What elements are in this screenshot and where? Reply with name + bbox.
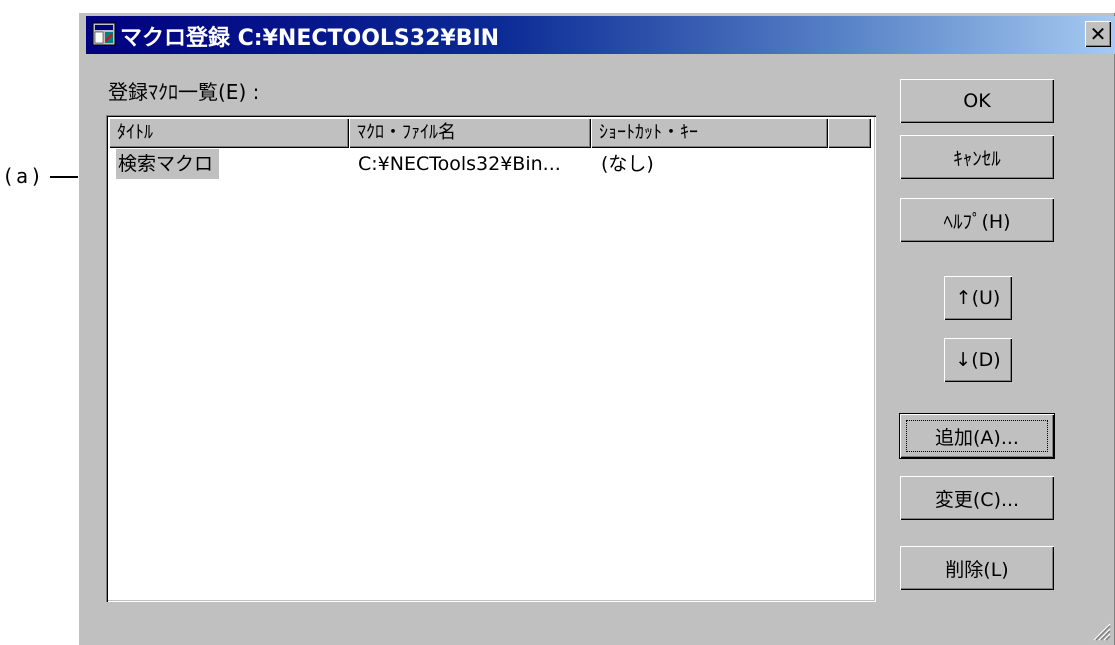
move-down-button[interactable]: ↓(D): [944, 338, 1012, 382]
column-header-shortcut[interactable]: ｼｮｰﾄｶｯﾄ・ｷｰ: [591, 118, 828, 148]
ok-button[interactable]: OK: [900, 79, 1054, 123]
column-header-empty[interactable]: [828, 118, 871, 148]
column-header-file[interactable]: ﾏｸﾛ・ﾌｧｲﾙ名: [349, 118, 591, 148]
row-title-cell[interactable]: 検索マクロ: [116, 149, 220, 179]
row-shortcut-cell: (なし): [601, 153, 654, 175]
macro-register-dialog: マクロ登録 C:¥NECTOOLS32¥BIN ✕ 登録ﾏｸﾛ一覧(E) : ﾀ…: [78, 12, 1115, 645]
title-bar[interactable]: マクロ登録 C:¥NECTOOLS32¥BIN ✕: [86, 16, 1115, 54]
delete-button[interactable]: 削除(L): [900, 546, 1054, 590]
app-icon: [92, 22, 116, 46]
window-title: マクロ登録 C:¥NECTOOLS32¥BIN: [120, 26, 500, 51]
list-label: 登録ﾏｸﾛ一覧(E) :: [108, 80, 260, 104]
row-file-cell: C:¥NECTools32¥Bin...: [358, 153, 561, 175]
page: (a) マクロ登録 C:¥NECTOOLS32¥BIN ✕ 登録ﾏｸﾛ一覧(E)…: [0, 0, 1115, 645]
annotation-label: (a): [2, 164, 45, 188]
add-button[interactable]: 追加(A)...: [900, 414, 1054, 458]
macro-list[interactable]: ﾀｲﾄﾙ ﾏｸﾛ・ﾌｧｲﾙ名 ｼｮｰﾄｶｯﾄ・ｷｰ 検索マクロ C:¥NECTo…: [106, 115, 876, 602]
close-icon: ✕: [1089, 22, 1107, 46]
size-grip-icon[interactable]: [1089, 619, 1111, 641]
close-button[interactable]: ✕: [1085, 21, 1111, 47]
cancel-button[interactable]: ｷｬﾝｾﾙ: [900, 135, 1054, 179]
help-button[interactable]: ﾍﾙﾌﾟ(H): [900, 198, 1054, 242]
column-header-title[interactable]: ﾀｲﾄﾙ: [109, 118, 349, 148]
move-up-button[interactable]: ↑(U): [944, 276, 1012, 320]
change-button[interactable]: 変更(C)...: [900, 476, 1054, 520]
